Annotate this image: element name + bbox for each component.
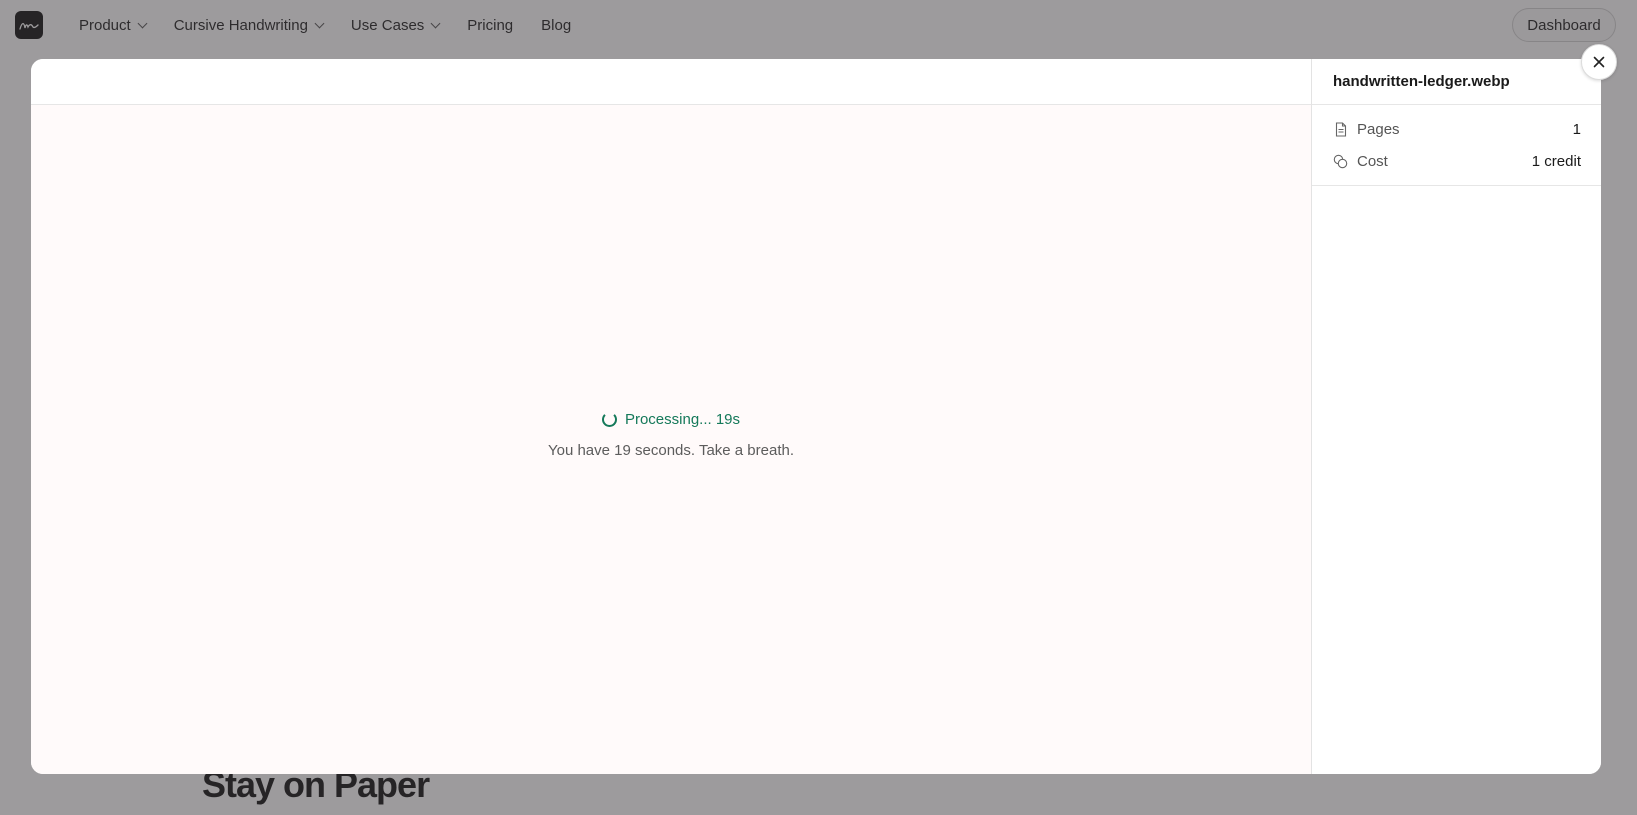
file-details-panel: handwritten-ledger.webp Pages 1 Cost 1 c… bbox=[1312, 59, 1601, 774]
preview-body: Processing... 19s You have 19 seconds. T… bbox=[31, 105, 1311, 774]
file-meta: Pages 1 Cost 1 credit bbox=[1312, 105, 1601, 186]
meta-row-pages: Pages 1 bbox=[1333, 113, 1581, 145]
meta-value: 1 credit bbox=[1531, 152, 1581, 170]
processing-status: Processing... 19s You have 19 seconds. T… bbox=[31, 411, 1311, 459]
close-icon bbox=[1593, 56, 1605, 68]
file-name: handwritten-ledger.webp bbox=[1312, 59, 1601, 105]
processing-subtext: You have 19 seconds. Take a breath. bbox=[547, 442, 795, 459]
meta-row-cost: Cost 1 credit bbox=[1333, 145, 1581, 177]
meta-value: 1 bbox=[1572, 120, 1581, 138]
coins-icon bbox=[1333, 154, 1348, 169]
meta-label: Pages bbox=[1357, 120, 1400, 138]
preview-header bbox=[31, 59, 1311, 105]
close-button[interactable] bbox=[1581, 44, 1617, 80]
document-icon bbox=[1333, 121, 1348, 137]
meta-label: Cost bbox=[1357, 152, 1388, 170]
processing-label: Processing... 19s bbox=[624, 411, 741, 428]
spinner-icon bbox=[601, 412, 617, 427]
preview-pane: Processing... 19s You have 19 seconds. T… bbox=[31, 59, 1312, 774]
processing-modal: Processing... 19s You have 19 seconds. T… bbox=[31, 59, 1601, 774]
